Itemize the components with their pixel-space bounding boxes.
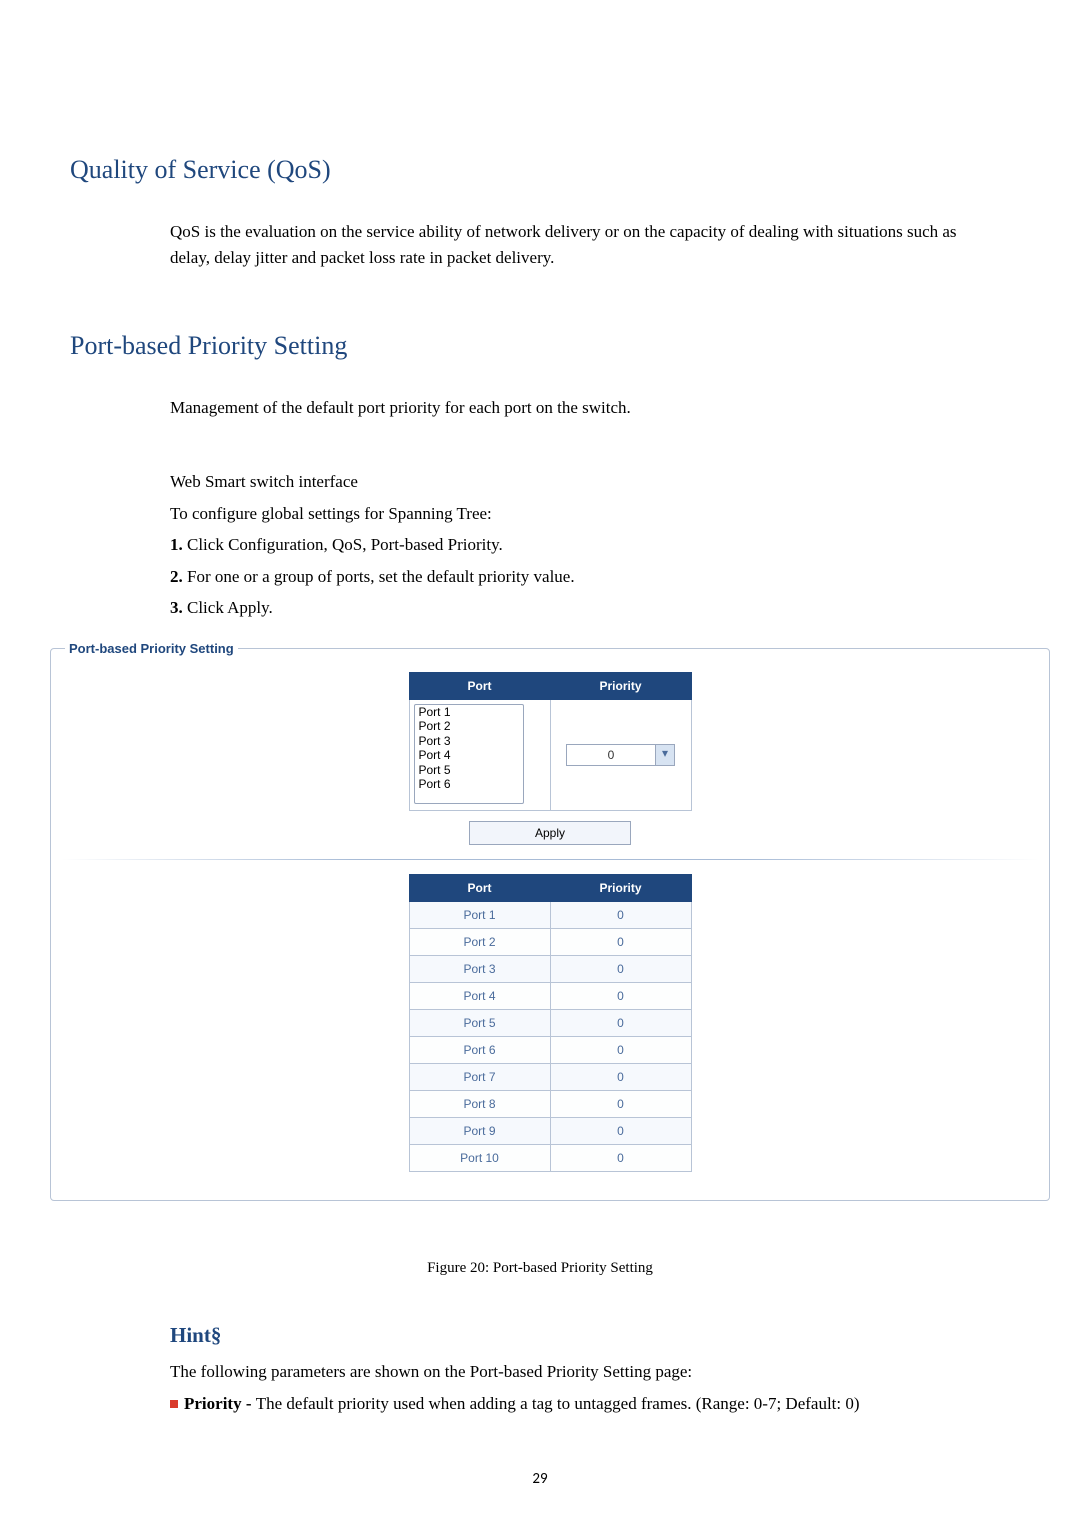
step-3: 3. Click Apply.: [170, 595, 990, 621]
table-row: Port 80: [409, 1091, 691, 1118]
port-priority-panel: Port-based Priority Setting Port Priorit…: [50, 639, 1050, 1202]
config-col-priority: Priority: [550, 673, 691, 700]
table-row: Port 100: [409, 1145, 691, 1172]
row-port: Port 7: [409, 1064, 550, 1091]
chevron-down-icon: ▾: [655, 745, 674, 765]
row-port: Port 10: [409, 1145, 550, 1172]
row-priority: 0: [550, 1064, 691, 1091]
hint-heading: Hint§: [170, 1320, 990, 1352]
port-option[interactable]: Port 4: [415, 748, 523, 762]
status-table: Port Priority Port 10Port 20Port 30Port …: [409, 874, 692, 1172]
step-2-text: For one or a group of ports, set the def…: [183, 567, 575, 586]
priority-selected-value: 0: [567, 745, 655, 765]
table-row: Port 60: [409, 1037, 691, 1064]
step-3-number: 3.: [170, 598, 183, 617]
hint-intro: The following parameters are shown on th…: [170, 1359, 990, 1385]
priority-select[interactable]: 0 ▾: [566, 744, 675, 766]
table-row: Port 40: [409, 983, 691, 1010]
bullet-icon: [170, 1400, 178, 1408]
config-instruction: To configure global settings for Spannin…: [170, 501, 990, 527]
table-row: Port 50: [409, 1010, 691, 1037]
row-port: Port 5: [409, 1010, 550, 1037]
status-col-port: Port: [409, 875, 550, 902]
config-table: Port Priority Port 1Port 2Port 3Port 4Po…: [409, 672, 692, 811]
step-1-number: 1.: [170, 535, 183, 554]
step-1-text: Click Configuration, QoS, Port-based Pri…: [183, 535, 503, 554]
step-2-number: 2.: [170, 567, 183, 586]
panel-legend: Port-based Priority Setting: [65, 639, 238, 659]
row-port: Port 4: [409, 983, 550, 1010]
divider: [61, 859, 1039, 860]
hint-bullet: Priority - The default priority used whe…: [170, 1391, 990, 1417]
row-priority: 0: [550, 1145, 691, 1172]
row-priority: 0: [550, 902, 691, 929]
page-number: 29: [0, 1468, 1080, 1491]
row-port: Port 6: [409, 1037, 550, 1064]
status-col-priority: Priority: [550, 875, 691, 902]
port-priority-heading: Port-based Priority Setting: [70, 326, 1010, 365]
hint-bullet-text: The default priority used when adding a …: [256, 1394, 860, 1413]
port-option[interactable]: Port 1: [415, 705, 523, 719]
row-port: Port 1: [409, 902, 550, 929]
web-smart-caption: Web Smart switch interface: [170, 469, 990, 495]
step-3-text: Click Apply.: [183, 598, 273, 617]
port-multiselect[interactable]: Port 1Port 2Port 3Port 4Port 5Port 6: [414, 704, 524, 804]
row-port: Port 9: [409, 1118, 550, 1145]
port-priority-intro: Management of the default port priority …: [170, 395, 990, 421]
table-row: Port 90: [409, 1118, 691, 1145]
qos-heading: Quality of Service (QoS): [70, 150, 1010, 189]
table-row: Port 30: [409, 956, 691, 983]
step-1: 1. Click Configuration, QoS, Port-based …: [170, 532, 990, 558]
step-2: 2. For one or a group of ports, set the …: [170, 564, 990, 590]
hint-bullet-label: Priority -: [184, 1394, 256, 1413]
row-priority: 0: [550, 983, 691, 1010]
qos-paragraph: QoS is the evaluation on the service abi…: [170, 219, 990, 270]
apply-button[interactable]: Apply: [469, 821, 631, 845]
table-row: Port 10: [409, 902, 691, 929]
row-port: Port 3: [409, 956, 550, 983]
row-priority: 0: [550, 929, 691, 956]
table-row: Port 70: [409, 1064, 691, 1091]
row-port: Port 8: [409, 1091, 550, 1118]
port-option[interactable]: Port 5: [415, 763, 523, 777]
row-priority: 0: [550, 1091, 691, 1118]
port-option[interactable]: Port 2: [415, 719, 523, 733]
port-option[interactable]: Port 3: [415, 734, 523, 748]
figure-caption: Figure 20: Port-based Priority Setting: [70, 1257, 1010, 1280]
row-port: Port 2: [409, 929, 550, 956]
config-col-port: Port: [409, 673, 550, 700]
port-option[interactable]: Port 6: [415, 777, 523, 791]
row-priority: 0: [550, 956, 691, 983]
row-priority: 0: [550, 1010, 691, 1037]
table-row: Port 20: [409, 929, 691, 956]
row-priority: 0: [550, 1118, 691, 1145]
row-priority: 0: [550, 1037, 691, 1064]
